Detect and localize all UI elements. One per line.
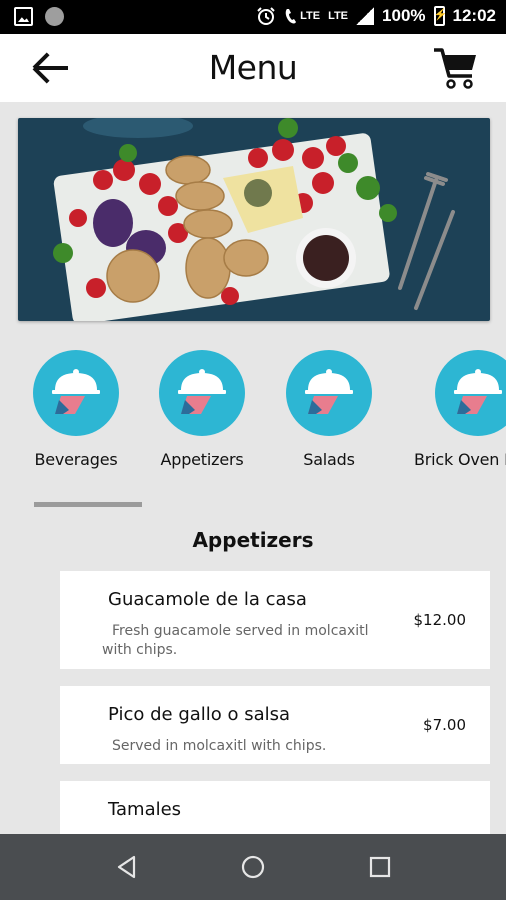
category-selected-indicator xyxy=(34,502,142,507)
battery-charging-icon xyxy=(433,6,447,26)
cloche-icon xyxy=(159,350,245,436)
status-bar: LTE LTE 100% 12:02 xyxy=(0,0,506,34)
network-type-2: LTE xyxy=(328,10,349,22)
category-appetizers[interactable]: Appetizers xyxy=(132,350,272,469)
item-name: Guacamole de la casa xyxy=(108,589,307,610)
item-name: Pico de gallo o salsa xyxy=(108,704,291,725)
back-triangle-icon[interactable] xyxy=(114,854,140,880)
item-price: $7.00 xyxy=(423,716,466,734)
cloche-icon xyxy=(435,350,506,436)
hero-food-image xyxy=(18,118,490,321)
item-name: Tamales xyxy=(108,799,182,820)
item-description: Fresh guacamole served in molcaxitl with… xyxy=(102,622,392,660)
status-indicators: LTE LTE 100% 12:02 xyxy=(256,6,496,26)
category-beverages[interactable]: Beverages xyxy=(6,350,146,469)
signal-icon xyxy=(356,7,375,25)
menu-item-card[interactable]: Tamales xyxy=(60,781,490,834)
network-type-1: LTE xyxy=(300,10,321,22)
category-carousel[interactable]: Beverages Appetizers Salads Brick Oven P xyxy=(0,350,506,480)
status-time: 12:02 xyxy=(452,6,496,25)
image-icon xyxy=(14,7,33,26)
item-price: $12.00 xyxy=(413,611,467,629)
section-title: Appetizers xyxy=(192,528,314,552)
category-label: Salads xyxy=(303,450,355,469)
battery-percent: 100% xyxy=(382,6,426,25)
item-description-line: Fresh guacamole served in molcaxitl xyxy=(112,623,369,639)
category-label: Beverages xyxy=(34,450,118,469)
category-brick-oven[interactable]: Brick Oven P xyxy=(406,350,506,469)
wifi-calling-icon: LTE xyxy=(284,7,320,25)
system-nav-bar xyxy=(0,834,506,900)
home-circle-icon[interactable] xyxy=(240,854,266,880)
status-notifications xyxy=(14,7,64,26)
cloche-icon xyxy=(33,350,119,436)
category-label: Appetizers xyxy=(160,450,244,469)
item-description-line: with chips. xyxy=(102,642,178,658)
circle-icon xyxy=(45,7,64,26)
recents-square-icon[interactable] xyxy=(367,854,393,880)
menu-item-card[interactable]: Pico de gallo o salsa Served in molcaxit… xyxy=(60,686,490,764)
item-description: Served in molcaxitl with chips. xyxy=(102,737,392,756)
app-bar: Menu xyxy=(0,34,506,102)
category-label: Brick Oven P xyxy=(414,450,506,469)
category-salads[interactable]: Salads xyxy=(259,350,399,469)
alarm-icon xyxy=(257,7,275,25)
item-description-line: Served in molcaxitl with chips. xyxy=(112,738,327,754)
menu-item-card[interactable]: Guacamole de la casa Fresh guacamole ser… xyxy=(60,571,490,669)
cloche-icon xyxy=(286,350,372,436)
cart-icon[interactable] xyxy=(432,46,478,92)
page-title: Menu xyxy=(208,48,298,87)
